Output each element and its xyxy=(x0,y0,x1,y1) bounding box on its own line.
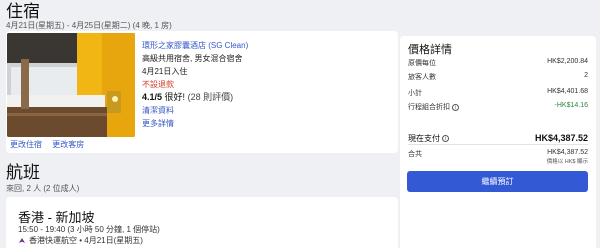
more-details-link[interactable]: 更多詳情 xyxy=(142,117,248,130)
refund-policy: 不設退款 xyxy=(142,80,174,89)
discount-value: -HK$14.16 xyxy=(554,102,588,109)
flight-card[interactable]: 香港 - 新加坡 15:50 - 19:40 (3 小時 50 分鐘, 1 個停… xyxy=(6,197,398,248)
airline-row: 香港快運航空 • 4月21日(星期五) xyxy=(18,235,143,246)
hotel-card: 環形之家膠囊酒店 (SG Clean) 高級共用宿舍, 男女混合宿舍 4月21日… xyxy=(6,31,398,153)
price-row: 行程組合折扣 i -HK$14.16 xyxy=(408,102,588,112)
checkin-date: 4月21日入住 xyxy=(142,67,188,76)
change-room-link[interactable]: 更改客房 xyxy=(52,140,84,149)
hotel-info: 環形之家膠囊酒店 (SG Clean) 高級共用宿舍, 男女混合宿舍 4月21日… xyxy=(142,39,248,130)
airline-name: 香港快運航空 • 4月21日(星期五) xyxy=(29,236,143,245)
rating-score: 4.1/5 xyxy=(142,92,163,102)
flight-title: 航班 xyxy=(6,163,40,182)
info-icon[interactable]: i xyxy=(452,103,459,111)
price-row-label: 原價每位 xyxy=(408,60,436,67)
pay-now-label-group: 現在支付 i xyxy=(408,133,449,144)
room-type: 高級共用宿舍, 男女混合宿舍 xyxy=(142,54,243,63)
discount-label: 行程組合折扣 xyxy=(408,104,450,111)
rating-count: (28 則評價) xyxy=(187,92,234,102)
rating-word: 很好! xyxy=(164,92,186,102)
cleaning-info-link[interactable]: 清潔資料 xyxy=(142,104,248,117)
total-label: 合共 xyxy=(408,151,422,158)
pay-now-row: 現在支付 i HK$4,387.52 xyxy=(408,133,588,144)
flight-header: 航班 來回, 2 人 (2 位成人) xyxy=(6,163,79,194)
flight-time: 15:50 - 19:40 (3 小時 50 分鐘, 1 個停站) xyxy=(18,225,160,234)
flight-sub: 來回, 2 人 (2 位成人) xyxy=(6,184,80,193)
price-row: 小計 HK$4,401.68 xyxy=(408,88,588,98)
stay-title: 住宿 xyxy=(6,2,40,21)
change-stay-link[interactable]: 更改住宿 xyxy=(10,140,42,149)
card-links: 更改住宿 更改客房 xyxy=(10,139,92,150)
divider xyxy=(408,144,588,145)
pay-now-amount: HK$4,387.52 xyxy=(534,133,588,143)
continue-booking-button[interactable]: 繼續預訂 xyxy=(407,171,588,192)
price-row-value: 2 xyxy=(584,72,588,79)
price-row-value: HK$4,401.68 xyxy=(547,88,588,95)
pay-now-label: 現在支付 xyxy=(408,134,440,143)
hotel-photo[interactable] xyxy=(7,33,135,137)
stay-dates: 4月21日(星期五) - 4月25日(星期二) (4 晚, 1 房) xyxy=(6,21,172,30)
info-icon[interactable]: i xyxy=(442,135,449,143)
price-title: 價格詳情 xyxy=(408,44,452,56)
hotel-name-link[interactable]: 環形之家膠囊酒店 (SG Clean) xyxy=(142,39,248,52)
price-row-label: 旅客人數 xyxy=(408,74,436,81)
rating: 4.1/5 很好! (28 則評價) xyxy=(142,91,248,104)
airline-logo-icon xyxy=(18,237,26,245)
currency-note: 價格以 HK$ 顯示 xyxy=(546,159,588,165)
payment-card: 現在支付 i HK$4,387.52 合共 HK$4,387.52 價格以 HK$… xyxy=(400,125,596,248)
price-row: 旅客人數 2 xyxy=(408,72,588,82)
price-row: 原價每位 HK$2,200.84 xyxy=(408,58,588,68)
price-row-label: 小計 xyxy=(408,90,422,97)
price-row-label: 行程組合折扣 i xyxy=(408,102,459,112)
price-row-value: HK$2,200.84 xyxy=(547,58,588,65)
